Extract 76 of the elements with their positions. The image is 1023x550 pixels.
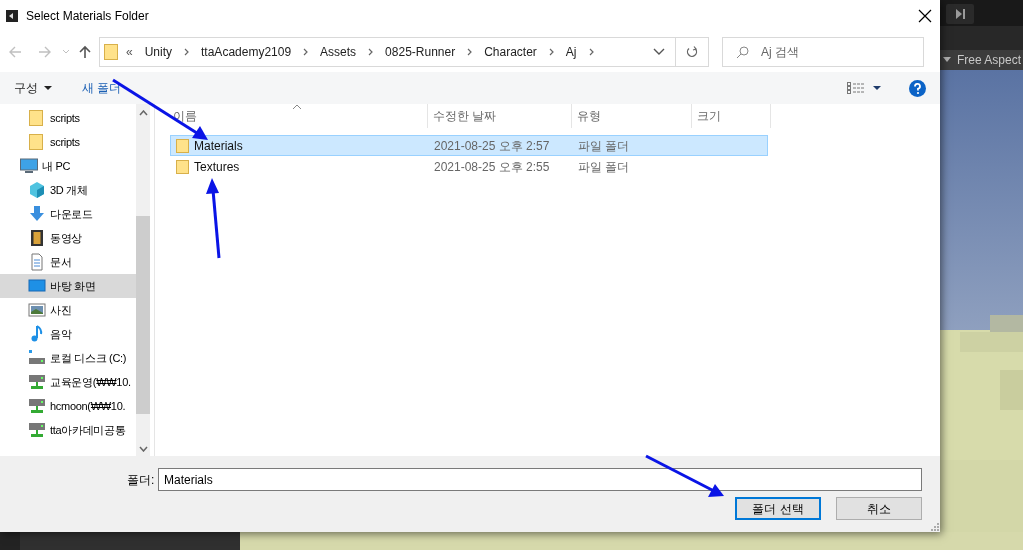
overflow-chevron[interactable]: «: [126, 43, 133, 61]
sidebar-item[interactable]: 동영상: [0, 226, 136, 250]
scroll-down-icon[interactable]: [138, 446, 148, 452]
desktop-icon: [28, 277, 46, 295]
chevron-icon[interactable]: [467, 48, 473, 56]
monitor-icon: [20, 157, 38, 175]
file-row[interactable]: Textures 2021-08-25 오후 2:55 파일 폴더: [170, 156, 768, 177]
address-bar[interactable]: « Unity ttaAcademy2109 Assets 0825-Runner Character Aj: [99, 37, 676, 67]
sidebar-item[interactable]: 다운로드: [0, 202, 136, 226]
window-title: Select Materials Folder: [26, 8, 149, 25]
folder-icon: [176, 138, 190, 153]
editor-panel: [0, 532, 20, 550]
sidebar-item[interactable]: 내 PC: [0, 154, 136, 178]
folder-icon: [104, 44, 118, 60]
sidebar-item[interactable]: tta아카데미공통: [0, 418, 136, 442]
sidebar-item[interactable]: 문서: [0, 250, 136, 274]
breadcrumb[interactable]: Unity: [144, 43, 173, 61]
network-drive-icon: [28, 397, 46, 415]
chevron-icon[interactable]: [548, 48, 554, 56]
up-icon[interactable]: [78, 45, 92, 59]
chevron-icon[interactable]: [184, 48, 190, 56]
breadcrumb[interactable]: 0825-Runner: [385, 43, 456, 61]
folder-icon: [28, 133, 46, 151]
folder-input[interactable]: Materials: [158, 468, 922, 491]
caret-icon: [44, 85, 52, 91]
film-icon: [28, 229, 46, 247]
sidebar-item[interactable]: scripts: [0, 130, 136, 154]
sidebar-item[interactable]: 3D 개체: [0, 178, 136, 202]
down-arrow-icon: [28, 205, 46, 223]
refresh-icon[interactable]: [686, 46, 698, 58]
drive-icon: [28, 349, 46, 367]
app-icon: [6, 10, 18, 22]
breadcrumb[interactable]: Character: [484, 43, 537, 61]
view-options-icon[interactable]: [847, 82, 865, 94]
scroll-up-icon[interactable]: [138, 110, 148, 116]
chevron-icon[interactable]: [588, 48, 594, 56]
organize-button[interactable]: 구성: [14, 79, 52, 97]
network-drive-icon: [28, 373, 46, 391]
network-drive-icon: [28, 421, 46, 439]
sidebar-item[interactable]: 교육운영(₩₩10.: [0, 370, 136, 394]
caret-icon[interactable]: [873, 85, 881, 91]
dropdown-icon[interactable]: [653, 48, 665, 56]
close-icon[interactable]: [918, 9, 932, 23]
select-folder-button[interactable]: 폴더 선택: [735, 497, 821, 520]
photo-icon: [28, 301, 46, 319]
help-icon[interactable]: [909, 79, 926, 97]
chevron-icon[interactable]: [368, 48, 374, 56]
new-folder-button[interactable]: 새 폴더: [82, 79, 122, 97]
breadcrumb[interactable]: Assets: [320, 43, 357, 61]
sort-caret-icon[interactable]: [292, 104, 302, 110]
cube-icon: [28, 181, 46, 199]
column-header[interactable]: 수정한 날짜: [428, 104, 572, 128]
breadcrumb[interactable]: ttaAcademy2109: [201, 43, 292, 61]
sidebar-item[interactable]: 바탕 화면: [0, 274, 136, 298]
folder-icon: [176, 159, 190, 174]
cancel-button[interactable]: 취소: [836, 497, 922, 520]
scrollbar-thumb[interactable]: [136, 216, 150, 414]
resize-grip-icon[interactable]: [930, 522, 939, 531]
sidebar-item[interactable]: 음악: [0, 322, 136, 346]
field-label: 폴더:: [127, 471, 156, 489]
sidebar-item[interactable]: 사진: [0, 298, 136, 322]
dropdown-icon[interactable]: [943, 57, 951, 63]
document-icon: [28, 253, 46, 271]
column-header[interactable]: 크기: [692, 104, 771, 128]
search-field[interactable]: Aj 검색: [722, 37, 924, 67]
search-icon: [736, 45, 749, 59]
folder-icon: [28, 109, 46, 127]
breadcrumb[interactable]: Aj: [565, 43, 577, 61]
sidebar-item[interactable]: 로컬 디스크 (C:): [0, 346, 136, 370]
sidebar-item[interactable]: hcmoon(₩₩10.: [0, 394, 136, 418]
file-row[interactable]: Materials 2021-08-25 오후 2:57 파일 폴더: [170, 135, 768, 156]
step-button-icon[interactable]: [946, 4, 974, 24]
sidebar-item[interactable]: scripts: [0, 106, 136, 130]
refresh-button[interactable]: [676, 37, 709, 67]
chevron-icon[interactable]: [303, 48, 309, 56]
column-header[interactable]: 유형: [572, 104, 692, 128]
